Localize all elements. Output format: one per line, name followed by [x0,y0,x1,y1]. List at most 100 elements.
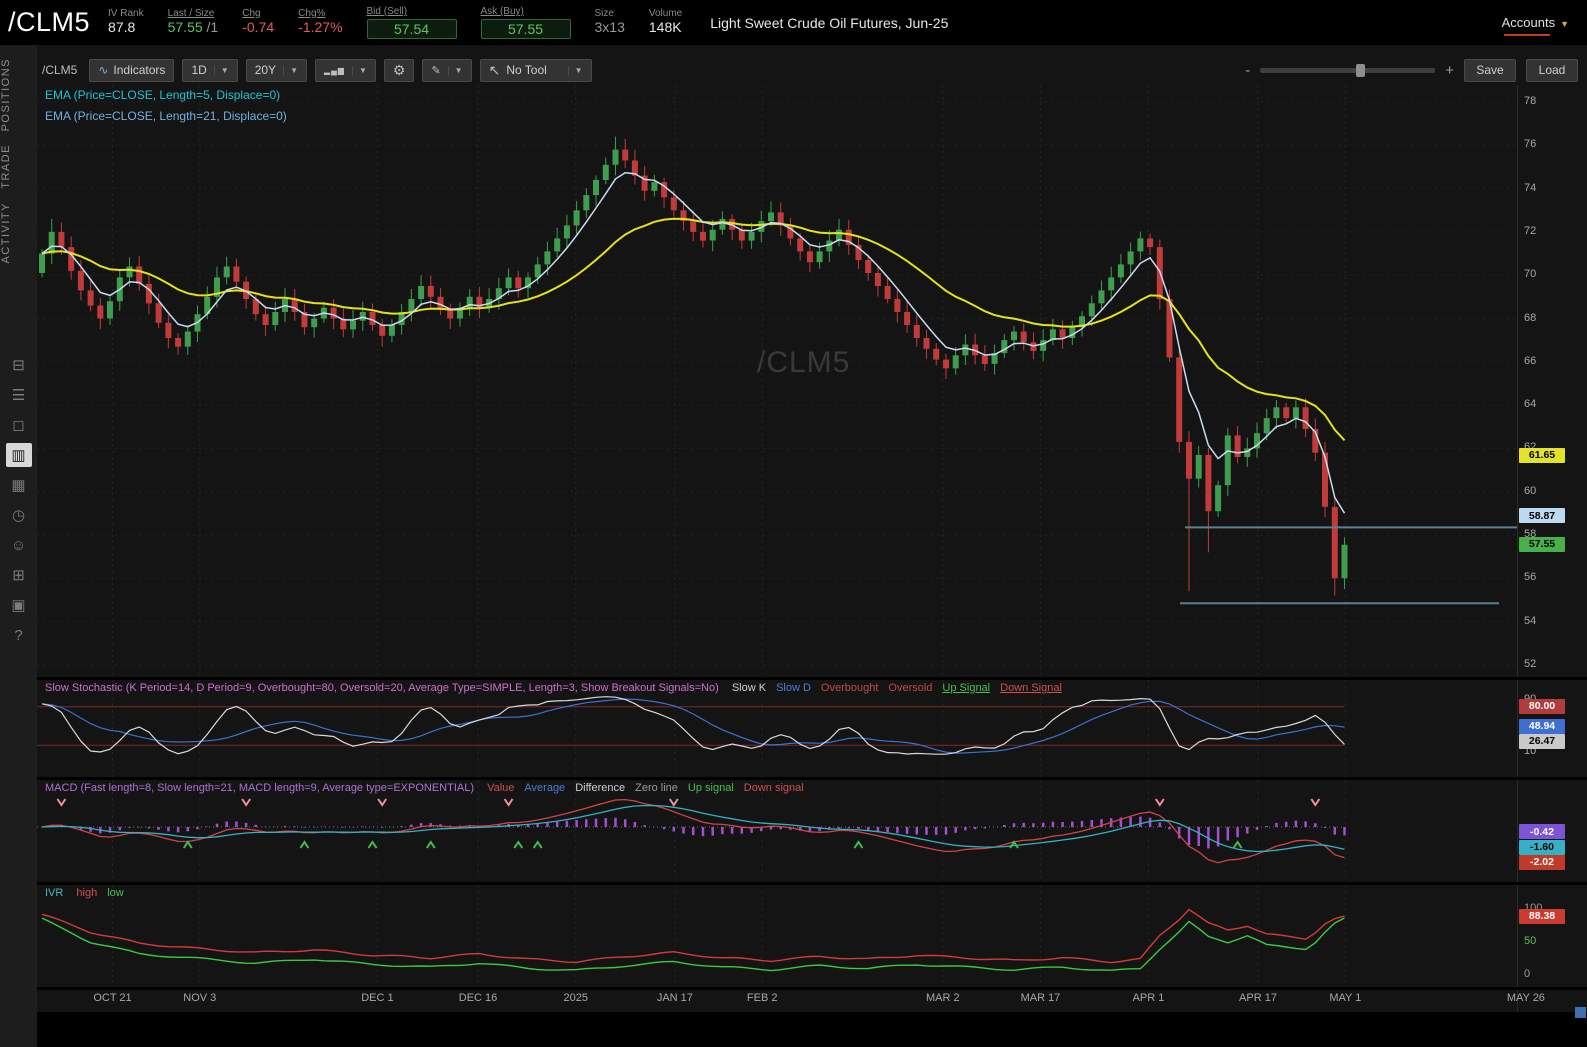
price-tick: 72 [1524,224,1537,237]
history-clock-icon[interactable]: ◷ [6,503,32,527]
legend-item[interactable]: Slow K [732,682,766,694]
zoom-slider[interactable] [1260,63,1436,77]
legend-item[interactable]: Zero line [635,782,678,794]
stochastic-badge: 80.00 [1519,698,1565,714]
stat-size: Size 3x13 [594,7,625,36]
indicators-button[interactable]: ∿ Indicators [89,58,175,82]
active-tool-dropdown[interactable]: ↖ No Tool ▼ [479,58,592,82]
legend-item[interactable]: high [76,887,97,899]
chart-toolbar: /CLM5 ∿ Indicators 1D ▼ 20Y ▼ ▂▄▆ ▼ ⚙ ✎ … [42,56,1578,84]
stochastic-badge: 26.47 [1519,733,1565,749]
price-tick: 66 [1524,354,1537,367]
help-icon[interactable]: ? [6,623,32,647]
ask-button[interactable]: 57.55 [480,18,571,39]
sidebar-icon-rail: ⊟ ☰ ◻ ▥ ▦ ◷ ☺ ⊞ ▣? [0,350,37,650]
time-tick: OCT 21 [93,992,132,1004]
legend-item[interactable]: Difference [575,782,625,794]
watchlist-icon[interactable]: ☰ [6,383,32,407]
chevron-down-icon: ▼ [213,65,229,75]
stat-volume: Volume 148K [648,7,683,36]
zoom-in-button[interactable]: + [1445,62,1454,79]
charts-icon[interactable]: ▥ [5,443,32,467]
panel-divider[interactable] [37,677,1587,680]
panel-divider[interactable] [37,882,1587,885]
legend-item[interactable]: Down Signal [1000,682,1062,694]
save-button[interactable]: Save [1464,58,1516,82]
chevron-down-icon: ▼ [283,65,298,75]
cursor-icon: ↖ [488,61,501,78]
calendar-icon[interactable]: ▣ [6,593,32,617]
sidebar-tab-trade[interactable]: TRADE [0,144,37,189]
price-tick: 54 [1524,614,1537,627]
legend-item[interactable]: Up Signal [942,682,990,694]
ivr-badge: 88.38 [1519,908,1565,924]
drawing-tools-dropdown[interactable]: ✎ ▼ [422,58,472,82]
time-tick: JAN 17 [656,992,693,1004]
legend-item[interactable]: Average [524,782,565,794]
bid-button[interactable]: 57.54 [366,18,457,39]
price-tick: 78 [1524,95,1537,107]
grid-icon[interactable]: ▦ [6,473,32,497]
ivr-tick: 0 [1524,968,1531,980]
zoom-out-button[interactable]: - [1245,62,1250,79]
pencil-icon: ✎ [431,64,441,77]
price-tick: 76 [1524,138,1537,151]
chevron-down-icon: ▼ [351,65,367,75]
accounts-dropdown[interactable]: Accounts ▼ [1502,15,1569,36]
load-button[interactable]: Load [1526,58,1578,82]
monitor-icon[interactable]: ⊟ [6,353,32,377]
macd-chart[interactable] [37,780,1517,882]
ivr-chart[interactable] [37,885,1517,987]
price-chart[interactable] [37,85,1517,679]
left-sidebar: POSITIONS TRADE ACTIVITY ⊟ ☰ ◻ ▥ ▦ ◷ ☺ ⊞ ▣? [0,45,38,1047]
time-axis[interactable]: OCT 21 NOV 3 DEC 1 DEC 16 2025 JAN 17 FEB 2 MAR… [37,992,1557,1010]
legend-item[interactable]: Overbought [821,682,878,694]
stochastic-badge: 48.94 [1519,718,1565,734]
chart-style-dropdown[interactable]: ▂▄▆ ▼ [314,58,376,82]
chart-settings-button[interactable]: ⚙ [383,58,415,82]
timeframe-dropdown[interactable]: 1D ▼ [182,58,238,82]
price-tick: 52 [1524,657,1537,670]
legend-item[interactable]: Slow D [776,682,811,694]
stat-last-size: Last / Size 57.55 /1 [167,7,219,36]
sidebar-tab-activity[interactable]: ACTIVITY [0,202,37,264]
chevron-down-icon: ▼ [567,65,583,75]
time-tick: DEC 1 [361,992,394,1004]
legend-item[interactable]: low [107,887,124,899]
stat-ask: Ask (Buy) 57.55 [480,6,571,39]
time-tick: MAR 17 [1020,992,1061,1004]
stochastic-chart[interactable] [37,680,1517,777]
price-tick: 56 [1524,571,1537,584]
people-icon[interactable]: ☺ [6,533,32,557]
tv-icon[interactable]: ◻ [6,413,32,437]
products-box-icon[interactable]: ⊞ [6,563,32,587]
price-tick: 60 [1524,484,1537,497]
legend-item[interactable]: Down signal [744,782,804,794]
price-tick: 64 [1524,398,1537,411]
legend-item[interactable]: Value [487,782,514,794]
stochastic-legend: Slow Stochastic (K Period=14, D Period=9… [45,682,1062,694]
sidebar-tab-positions[interactable]: POSITIONS [0,58,37,131]
macd-title: MACD (Fast length=8, Slow length=21, MAC… [45,782,475,794]
legend-item[interactable]: Oversold [888,682,932,694]
stat-chg: Chg -0.74 [242,7,275,36]
legend-item[interactable]: Up signal [688,782,734,794]
ivr-legend: IVR high low [45,887,124,899]
chart-symbol-label: /CLM5 [42,63,78,77]
time-tick: FEB 2 [746,992,778,1004]
range-dropdown[interactable]: 20Y ▼ [245,58,307,82]
chevron-down-icon: ▼ [1560,19,1569,29]
zoom-slider-handle[interactable] [1356,63,1366,77]
panel-divider [37,987,1587,990]
price-tick: 68 [1524,311,1537,324]
price-badge: 58.87 [1519,508,1565,524]
macd-legend: MACD (Fast length=8, Slow length=21, MAC… [45,782,804,794]
macd-badge: -0.42 [1519,824,1565,840]
panel-divider[interactable] [37,777,1587,780]
time-tick: MAY 26 [1506,992,1545,1004]
scroll-corner-indicator[interactable] [1575,1007,1586,1018]
candlestick-style-icon: ▂▄▆ [323,65,345,75]
ema-legend-line: EMA (Price=CLOSE, Length=21, Displace=0) [45,109,287,123]
indicators-icon: ∿ [98,63,109,77]
price-tick: 70 [1524,268,1537,281]
